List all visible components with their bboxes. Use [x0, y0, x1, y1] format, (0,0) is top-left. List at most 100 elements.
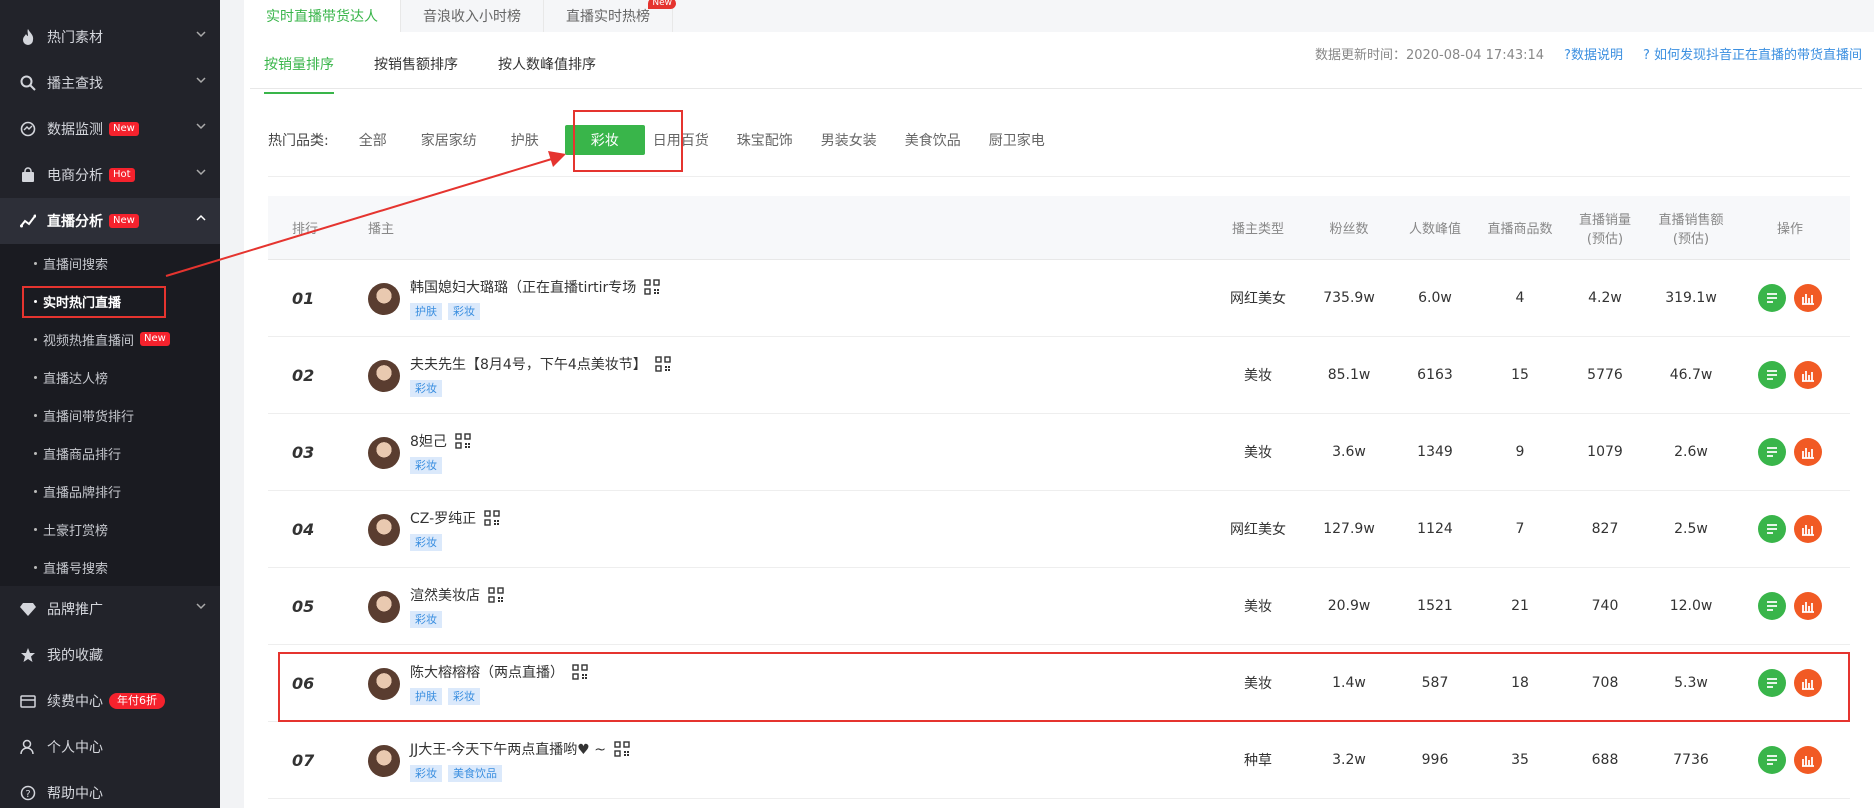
analysis-chart-button[interactable]: [1794, 438, 1822, 466]
category-skincare[interactable]: 护肤: [511, 130, 539, 150]
avatar[interactable]: [368, 436, 400, 469]
sidebar-item-help[interactable]: ? 帮助中心: [0, 770, 220, 808]
analysis-chart-button[interactable]: [1794, 746, 1822, 774]
bar-chart-icon: [1802, 525, 1814, 536]
qrcode-icon[interactable]: [488, 586, 504, 603]
sidebar-item-data-monitor[interactable]: 数据监测 New: [0, 106, 220, 152]
bar-chart-icon: [1802, 448, 1814, 459]
avatar[interactable]: [368, 744, 400, 777]
type-cell: 美妆: [1244, 599, 1272, 615]
header-op: 操作: [1776, 222, 1803, 237]
star-icon: [19, 646, 37, 664]
category-jewelry[interactable]: 珠宝配饰: [737, 130, 793, 150]
rank-number: 02: [292, 365, 315, 385]
category-clothing[interactable]: 男装女装: [821, 130, 877, 150]
how-to-find-link[interactable]: ? 如何发现抖音正在直播的带货直播间: [1643, 44, 1862, 63]
avatar[interactable]: [368, 282, 400, 315]
fans-cell: 3.2w: [1332, 752, 1366, 768]
anchor-name[interactable]: CZ-罗纯正: [410, 508, 476, 528]
chevron-up-icon: [196, 213, 210, 227]
sidebar-subitem-label: 直播达人榜: [43, 371, 109, 387]
anchor-name-line: 8妲己: [410, 431, 471, 451]
tab-sort-by-sales[interactable]: 按销量排序: [264, 44, 334, 94]
annotation-box-category: [573, 110, 683, 172]
table-row: 04 CZ-罗纯正 彩妆 网红美女 127.9w 1124 7 827 2.5w: [268, 491, 1850, 568]
analysis-chart-button[interactable]: [1794, 592, 1822, 620]
list-icon: [1767, 293, 1777, 303]
anchor-info: JJ大王-今天下午两点直播哟♥ ~ 彩妆 美食饮品: [410, 739, 630, 782]
anchor-name[interactable]: 夫夫先生【8月4号，下午4点美妆节】: [410, 354, 647, 374]
detail-list-button[interactable]: [1758, 592, 1786, 620]
analysis-chart-button[interactable]: [1794, 515, 1822, 543]
header-rank: 排行: [292, 222, 319, 237]
detail-list-button[interactable]: [1758, 746, 1786, 774]
diamond-icon: [19, 600, 37, 618]
sidebar-item-brand-promo[interactable]: 品牌推广: [0, 586, 220, 632]
anchor-name-line: 渲然美妆店: [410, 585, 504, 605]
category-kitchen-appliances[interactable]: 厨卫家电: [989, 130, 1045, 150]
amount-cell: 46.7w: [1669, 367, 1713, 383]
anchor-info: 渲然美妆店 彩妆: [410, 585, 504, 628]
anchor-name[interactable]: 韩国媳妇大璐璐（正在直播tirtir专场: [410, 277, 636, 297]
trend-icon: [19, 212, 37, 230]
tab-sort-by-peak[interactable]: 按人数峰值排序: [498, 44, 596, 90]
peak-cell: 1349: [1417, 444, 1453, 460]
divider: [268, 176, 1850, 177]
tab-sort-by-amount[interactable]: 按销售额排序: [374, 44, 458, 90]
peak-cell: 1124: [1417, 521, 1453, 537]
data-explain-link[interactable]: ?数据说明: [1564, 44, 1623, 63]
tab-sound-wave-hourly[interactable]: 音浪收入小时榜: [401, 0, 544, 32]
sidebar-subitem-live-room-search[interactable]: 直播间搜索: [0, 244, 220, 282]
sidebar-subitem-video-push-live[interactable]: 视频热推直播间 New: [0, 320, 220, 358]
tags: 彩妆: [410, 379, 671, 397]
sidebar-item-anchor-search[interactable]: 播主查找: [0, 60, 220, 106]
category-all[interactable]: 全部: [359, 130, 387, 150]
detail-list-button[interactable]: [1758, 438, 1786, 466]
sidebar-item-hot-material[interactable]: 热门素材: [0, 14, 220, 60]
goods-cell: 7: [1515, 521, 1525, 537]
bullet-dot: [34, 489, 37, 493]
tags: 彩妆: [410, 456, 471, 474]
chevron-down-icon: [196, 121, 210, 135]
analysis-chart-button[interactable]: [1794, 361, 1822, 389]
qrcode-icon[interactable]: [484, 509, 500, 526]
avatar[interactable]: [368, 590, 400, 623]
qrcode-icon[interactable]: [644, 278, 660, 295]
detail-list-button[interactable]: [1758, 515, 1786, 543]
avatar[interactable]: [368, 359, 400, 392]
category-food[interactable]: 美食饮品: [905, 130, 961, 150]
detail-list-button[interactable]: [1758, 361, 1786, 389]
sidebar-subitem-tipper-rank[interactable]: 土豪打赏榜: [0, 510, 220, 548]
bag-icon: [19, 166, 37, 184]
anchor-name-line: 韩国媳妇大璐璐（正在直播tirtir专场: [410, 277, 660, 297]
anchor-name[interactable]: 渲然美妆店: [410, 585, 480, 605]
tab-realtime-live-talent[interactable]: 实时直播带货达人: [244, 0, 401, 32]
anchor: 渲然美妆店 彩妆: [368, 585, 1210, 628]
goods-cell: 21: [1511, 598, 1529, 614]
detail-list-button[interactable]: [1758, 284, 1786, 312]
anchor-cell: JJ大王-今天下午两点直播哟♥ ~ 彩妆 美食饮品: [368, 739, 1210, 782]
sidebar-subitem-live-sales-rank[interactable]: 直播间带货排行: [0, 396, 220, 434]
sidebar-subitem-live-brand-rank[interactable]: 直播品牌排行: [0, 472, 220, 510]
avatar[interactable]: [368, 513, 400, 546]
sidebar-subitem-live-goods-rank[interactable]: 直播商品排行: [0, 434, 220, 472]
anchor-name[interactable]: JJ大王-今天下午两点直播哟♥ ~: [410, 739, 606, 759]
sidebar-subitem-live-account-search[interactable]: 直播号搜索: [0, 548, 220, 586]
tags: 护肤 彩妆: [410, 302, 660, 320]
sidebar-item-personal[interactable]: 个人中心: [0, 724, 220, 770]
qrcode-icon[interactable]: [655, 355, 671, 372]
sidebar-subitem-live-talent-rank[interactable]: 直播达人榜: [0, 358, 220, 396]
op-cell: [1734, 592, 1846, 620]
category-tag: 护肤: [410, 302, 442, 320]
new-badge: New: [140, 332, 170, 346]
sidebar-item-live-analysis[interactable]: 直播分析 New: [0, 198, 220, 244]
category-home-textile[interactable]: 家居家纺: [421, 130, 477, 150]
qrcode-icon[interactable]: [455, 432, 471, 449]
qrcode-icon[interactable]: [614, 740, 630, 757]
sidebar-item-ecommerce[interactable]: 电商分析 Hot: [0, 152, 220, 198]
tab-live-realtime-hot[interactable]: 直播实时热榜 New: [544, 0, 676, 32]
analysis-chart-button[interactable]: [1794, 284, 1822, 312]
anchor-name[interactable]: 8妲己: [410, 431, 447, 451]
sidebar-item-renewal[interactable]: 续费中心 年付6折: [0, 678, 220, 724]
sidebar-item-favorites[interactable]: 我的收藏: [0, 632, 220, 678]
